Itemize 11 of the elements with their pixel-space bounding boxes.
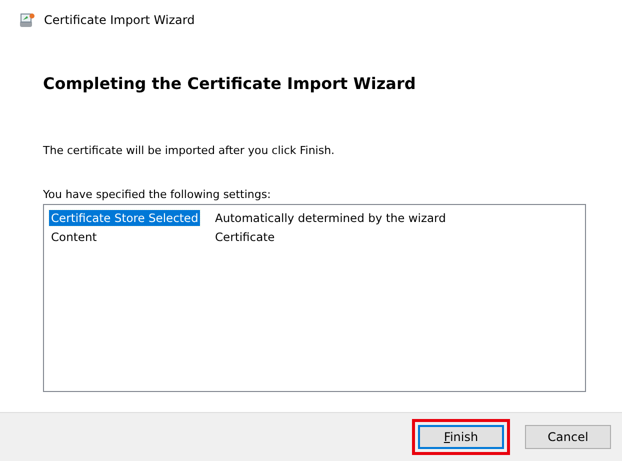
dialog-button[interactable]: Cancel [525, 425, 611, 449]
setting-name[interactable]: Certificate Store Selected [49, 210, 200, 226]
dialog-button[interactable]: Finish [418, 425, 504, 449]
setting-value: Certificate [215, 230, 276, 244]
settings-label: You have specified the following settings: [43, 188, 272, 201]
window-title: Certificate Import Wizard [44, 13, 195, 27]
wizard-heading: Completing the Certificate Import Wizard [43, 74, 417, 93]
certificate-icon [18, 11, 36, 29]
setting-value: Automatically determined by the wizard [215, 210, 447, 224]
info-message: The certificate will be imported after you click Finish. [43, 144, 336, 157]
setting-name[interactable]: Content [49, 228, 99, 244]
